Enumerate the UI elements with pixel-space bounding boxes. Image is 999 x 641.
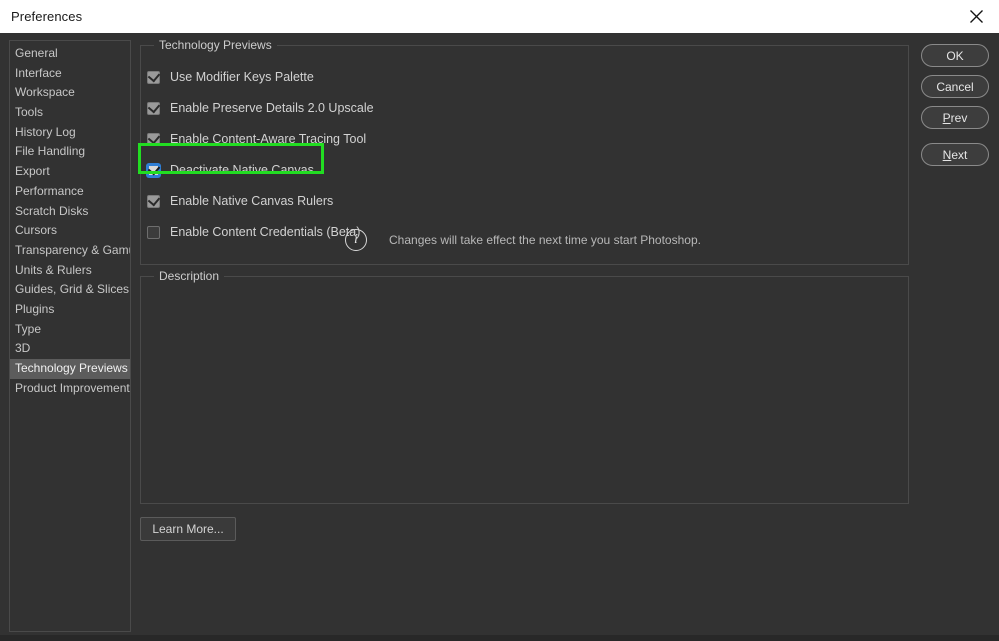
restart-note: i Changes will take effect the next time… — [345, 229, 701, 251]
preferences-dialog: Preferences General Interface Workspace Too… — [0, 0, 999, 641]
main-panel: Technology Previews Use Modifier Keys Pa… — [138, 33, 910, 641]
sidebar: General Interface Workspace Tools History Lo… — [9, 40, 131, 632]
sidebar-item-history-log[interactable]: History Log — [10, 123, 130, 143]
checkmark-icon — [147, 131, 161, 144]
learn-more-button[interactable]: Learn More... — [140, 517, 236, 541]
technology-previews-group: Technology Previews Use Modifier Keys Pa… — [138, 38, 909, 265]
sidebar-item-3d[interactable]: 3D — [10, 339, 130, 359]
checkbox-row-enable-native-canvas-rulers[interactable]: Enable Native Canvas Rulers — [147, 189, 333, 213]
checkbox-row-use-modifier-keys-palette[interactable]: Use Modifier Keys Palette — [147, 65, 314, 89]
description-legend: Description — [154, 269, 225, 283]
checkbox-label: Use Modifier Keys Palette — [170, 70, 314, 84]
description-group: Description — [140, 269, 909, 504]
checkbox-checked-icon[interactable] — [147, 162, 161, 177]
checkmark-icon — [147, 69, 161, 82]
sidebar-item-type[interactable]: Type — [10, 320, 130, 340]
sidebar-item-technology-previews[interactable]: Technology Previews — [10, 359, 130, 379]
technology-previews-legend: Technology Previews — [154, 38, 277, 52]
sidebar-item-plugins[interactable]: Plugins — [10, 300, 130, 320]
restart-note-text: Changes will take effect the next time y… — [389, 233, 701, 247]
cancel-button[interactable]: Cancel — [921, 75, 989, 98]
checkbox-label: Deactivate Native Canvas — [170, 163, 314, 177]
sidebar-item-transparency-gamut[interactable]: Transparency & Gamut — [10, 241, 130, 261]
checkbox-label: Enable Content Credentials (Beta) — [170, 225, 361, 239]
sidebar-item-interface[interactable]: Interface — [10, 64, 130, 84]
window-title: Preferences — [11, 9, 83, 24]
sidebar-item-general[interactable]: General — [10, 44, 130, 64]
checkbox-unchecked-icon[interactable] — [147, 225, 160, 239]
checkbox-row-enable-content-credentials-beta[interactable]: Enable Content Credentials (Beta) — [147, 220, 360, 244]
checkmark-icon — [147, 193, 161, 206]
sidebar-item-product-improvement[interactable]: Product Improvement — [10, 379, 130, 399]
ok-button[interactable]: OK — [921, 44, 989, 67]
sidebar-item-workspace[interactable]: Workspace — [10, 83, 130, 103]
sidebar-item-performance[interactable]: Performance — [10, 182, 130, 202]
checkbox-label: Enable Content-Aware Tracing Tool — [170, 132, 367, 146]
prev-button[interactable]: Prev — [921, 106, 989, 129]
checkbox-checked-icon[interactable] — [147, 100, 161, 115]
sidebar-item-file-handling[interactable]: File Handling — [10, 142, 130, 162]
checkbox-checked-icon[interactable] — [147, 193, 161, 208]
checkbox-label: Enable Native Canvas Rulers — [170, 194, 334, 208]
checkmark-icon — [147, 100, 161, 113]
title-bar: Preferences — [0, 0, 999, 33]
dialog-body: General Interface Workspace Tools History Lo… — [0, 33, 999, 641]
checkbox-row-enable-content-aware-tracing-tool[interactable]: Enable Content-Aware Tracing Tool — [147, 127, 366, 151]
checkmark-icon — [147, 162, 161, 175]
checkbox-row-enable-preserve-details-2-0-upscale[interactable]: Enable Preserve Details 2.0 Upscale — [147, 96, 374, 120]
checkbox-row-deactivate-native-canvas[interactable]: Deactivate Native Canvas — [147, 158, 314, 182]
sidebar-item-guides-grid-slices[interactable]: Guides, Grid & Slices — [10, 280, 130, 300]
sidebar-item-scratch-disks[interactable]: Scratch Disks — [10, 202, 130, 222]
checkbox-label: Enable Preserve Details 2.0 Upscale — [170, 101, 374, 115]
close-icon[interactable] — [953, 0, 999, 33]
checkbox-checked-icon[interactable] — [147, 131, 161, 146]
footer-strip — [0, 635, 999, 641]
sidebar-item-cursors[interactable]: Cursors — [10, 221, 130, 241]
info-icon: i — [345, 229, 367, 251]
sidebar-item-units-rulers[interactable]: Units & Rulers — [10, 261, 130, 281]
sidebar-item-export[interactable]: Export — [10, 162, 130, 182]
next-button[interactable]: Next — [921, 143, 989, 166]
checkbox-checked-icon[interactable] — [147, 69, 161, 84]
sidebar-item-tools[interactable]: Tools — [10, 103, 130, 123]
